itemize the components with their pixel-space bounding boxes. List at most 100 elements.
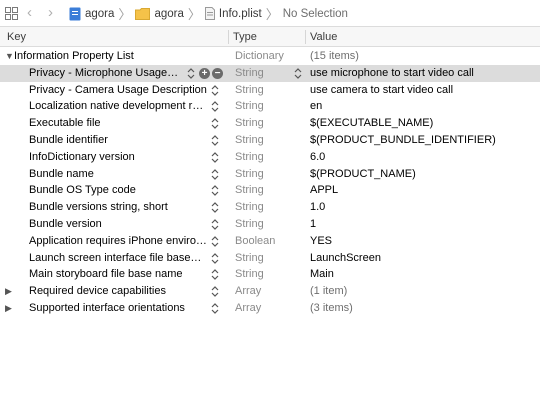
key-stepper-icon[interactable] [211,185,219,197]
plist-row[interactable]: ▼ Information Property List Dictionary (15 … [0,48,540,65]
plist-type[interactable]: String [235,216,264,233]
breadcrumb-separator: 〉 [265,7,279,22]
plist-key: Privacy - Microphone Usage… [29,66,179,79]
chevron-left-icon[interactable]: ‹ [27,5,32,20]
breadcrumb-folder[interactable]: agora [135,7,184,20]
plist-value[interactable]: LaunchScreen [310,250,381,267]
column-divider[interactable] [228,30,229,44]
plist-type[interactable]: String [235,132,264,149]
key-stepper-icon[interactable] [211,219,219,230]
disclosure-closed-icon[interactable]: ▶ [5,300,15,317]
plist-value[interactable]: $(PRODUCT_NAME) [310,166,416,183]
plist-file-icon [204,7,215,20]
folder-icon [135,7,151,20]
plist-type[interactable]: Array [235,300,261,317]
breadcrumb-project[interactable]: agora [69,7,114,21]
plist-row[interactable]: Main storyboard file base name String Main [0,266,540,283]
plist-key: Bundle OS Type code [29,184,136,197]
plist-type[interactable]: Boolean [235,233,275,250]
column-header-key[interactable]: Key [7,27,26,47]
plist-key: Required device capabilities [29,285,166,298]
plist-type[interactable]: String [235,149,264,166]
type-stepper-icon[interactable] [294,67,302,79]
plist-value[interactable]: Main [310,266,334,283]
plist-row[interactable]: InfoDictionary version String 6.0 [0,149,540,166]
plist-key: Launch screen interface file base… [29,251,202,264]
plist-type[interactable]: String [235,82,264,99]
plist-row[interactable]: Executable file String $(EXECUTABLE_NAME) [0,115,540,132]
key-stepper-icon[interactable] [211,168,219,180]
column-header-type[interactable]: Type [233,27,257,47]
plist-type[interactable]: String [235,166,264,183]
breadcrumb: agora 〉 agora 〉 Info.plist 〉 No Selectio… [69,6,348,22]
plist-type[interactable]: String [235,115,264,132]
key-stepper-icon[interactable] [211,269,219,281]
plist-row[interactable]: Localization native development re… Strin… [0,98,540,115]
plist-value[interactable]: APPL [310,182,338,199]
plist-row[interactable]: ▶ Supported interface orientations Array (3… [0,300,540,317]
key-stepper-icon[interactable] [211,235,219,247]
plist-key: InfoDictionary version [29,150,135,163]
column-divider[interactable] [305,30,306,44]
plist-value[interactable]: $(EXECUTABLE_NAME) [310,115,433,132]
plist-key: Information Property List [14,50,134,62]
plist-type[interactable]: String [235,98,264,115]
key-stepper-icon[interactable] [211,135,219,146]
plist-value[interactable]: $(PRODUCT_BUNDLE_IDENTIFIER) [310,132,496,149]
plist-value[interactable]: en [310,98,322,115]
plist-type[interactable]: String [235,199,264,216]
plist-value[interactable]: use microphone to start video call [310,65,474,82]
key-stepper-icon[interactable] [211,303,219,314]
plist-key: Bundle version [29,217,102,230]
breadcrumb-selection-label: No Selection [282,7,348,20]
breadcrumb-separator: 〉 [118,7,132,22]
column-header: Key Type Value [0,27,540,47]
key-stepper-icon[interactable] [211,286,219,298]
key-stepper-icon[interactable] [211,151,219,163]
plist-value[interactable]: 1 [310,216,316,233]
plist-key: Privacy - Camera Usage Description [29,83,207,96]
disclosure-closed-icon[interactable]: ▶ [5,283,15,300]
plist-row[interactable]: Privacy - Microphone Usage… + − String use m… [0,64,540,82]
plist-key: Main storyboard file base name [29,268,183,281]
plist-value[interactable]: 1.0 [310,199,325,216]
key-stepper-icon[interactable] [187,67,195,79]
plist-value[interactable]: YES [310,233,332,250]
plist-row[interactable]: Bundle version String 1 [0,216,540,233]
grid-icon[interactable] [5,7,18,20]
plist-value[interactable]: 6.0 [310,149,325,166]
plist-row[interactable]: Privacy - Camera Usage Description String… [0,82,540,99]
plist-type[interactable]: String [235,182,264,199]
plist-type[interactable]: Array [235,283,261,300]
plist-type[interactable]: String [235,266,264,283]
plist-type[interactable]: String [235,250,264,267]
plist-row[interactable]: ▶ Required device capabilities Array (1 ite… [0,283,540,300]
key-stepper-icon[interactable] [211,252,219,264]
breadcrumb-folder-label: agora [154,7,184,20]
key-stepper-icon[interactable] [211,84,219,96]
column-header-value[interactable]: Value [310,27,337,47]
plist-row[interactable]: Bundle identifier String $(PRODUCT_BUNDLE_… [0,132,540,149]
plist-row[interactable]: Bundle OS Type code String APPL [0,182,540,199]
plist-key: Bundle name [29,167,94,180]
chevron-right-icon[interactable]: › [48,5,53,20]
plist-type[interactable]: String [235,65,264,82]
plist-value: (3 items) [310,301,353,314]
remove-row-icon[interactable]: − [212,67,223,79]
plist-row[interactable]: Bundle name String $(PRODUCT_NAME) [0,166,540,183]
key-stepper-icon[interactable] [211,202,219,214]
breadcrumb-selection[interactable]: No Selection [283,8,348,20]
key-stepper-icon[interactable] [211,118,219,130]
plist-value[interactable]: use camera to start video call [310,82,453,99]
plist-row[interactable]: Application requires iPhone enviro… Boole… [0,233,540,250]
breadcrumb-file[interactable]: Info.plist [204,7,262,20]
breadcrumb-separator: 〉 [187,7,201,22]
plist-key: Application requires iPhone enviro… [29,234,207,247]
plist-row[interactable]: Launch screen interface file base… String… [0,250,540,267]
breadcrumb-project-label: agora [85,7,115,20]
plist-key: Bundle versions string, short [29,201,168,214]
plist-row[interactable]: Bundle versions string, short String 1.0 [0,199,540,216]
plist-key: Supported interface orientations [29,301,185,314]
key-stepper-icon[interactable] [211,101,219,113]
add-row-icon[interactable]: + [199,67,210,79]
